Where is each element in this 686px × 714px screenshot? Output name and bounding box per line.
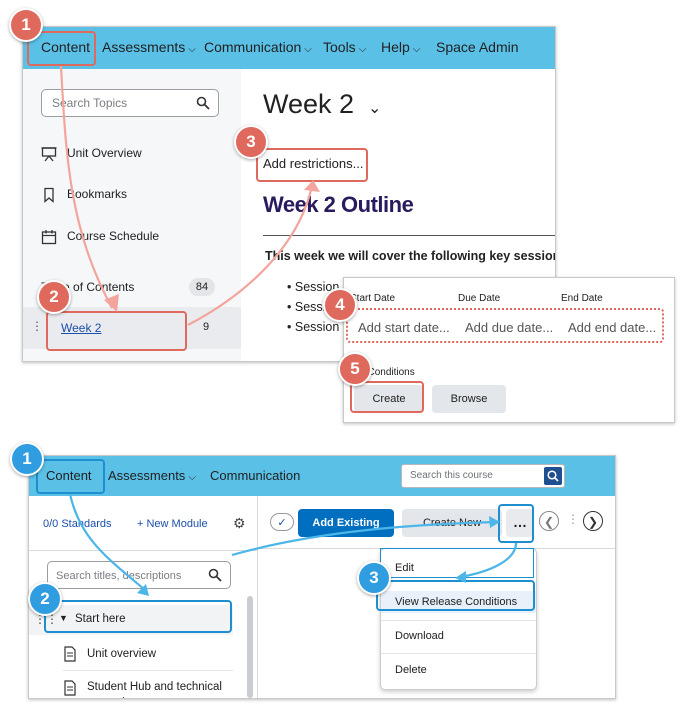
step-2-badge: 2 — [28, 582, 62, 616]
step-3-badge: 3 — [357, 561, 391, 595]
step-1-badge: 1 — [10, 442, 44, 476]
bottom-arrows — [68, 493, 518, 596]
